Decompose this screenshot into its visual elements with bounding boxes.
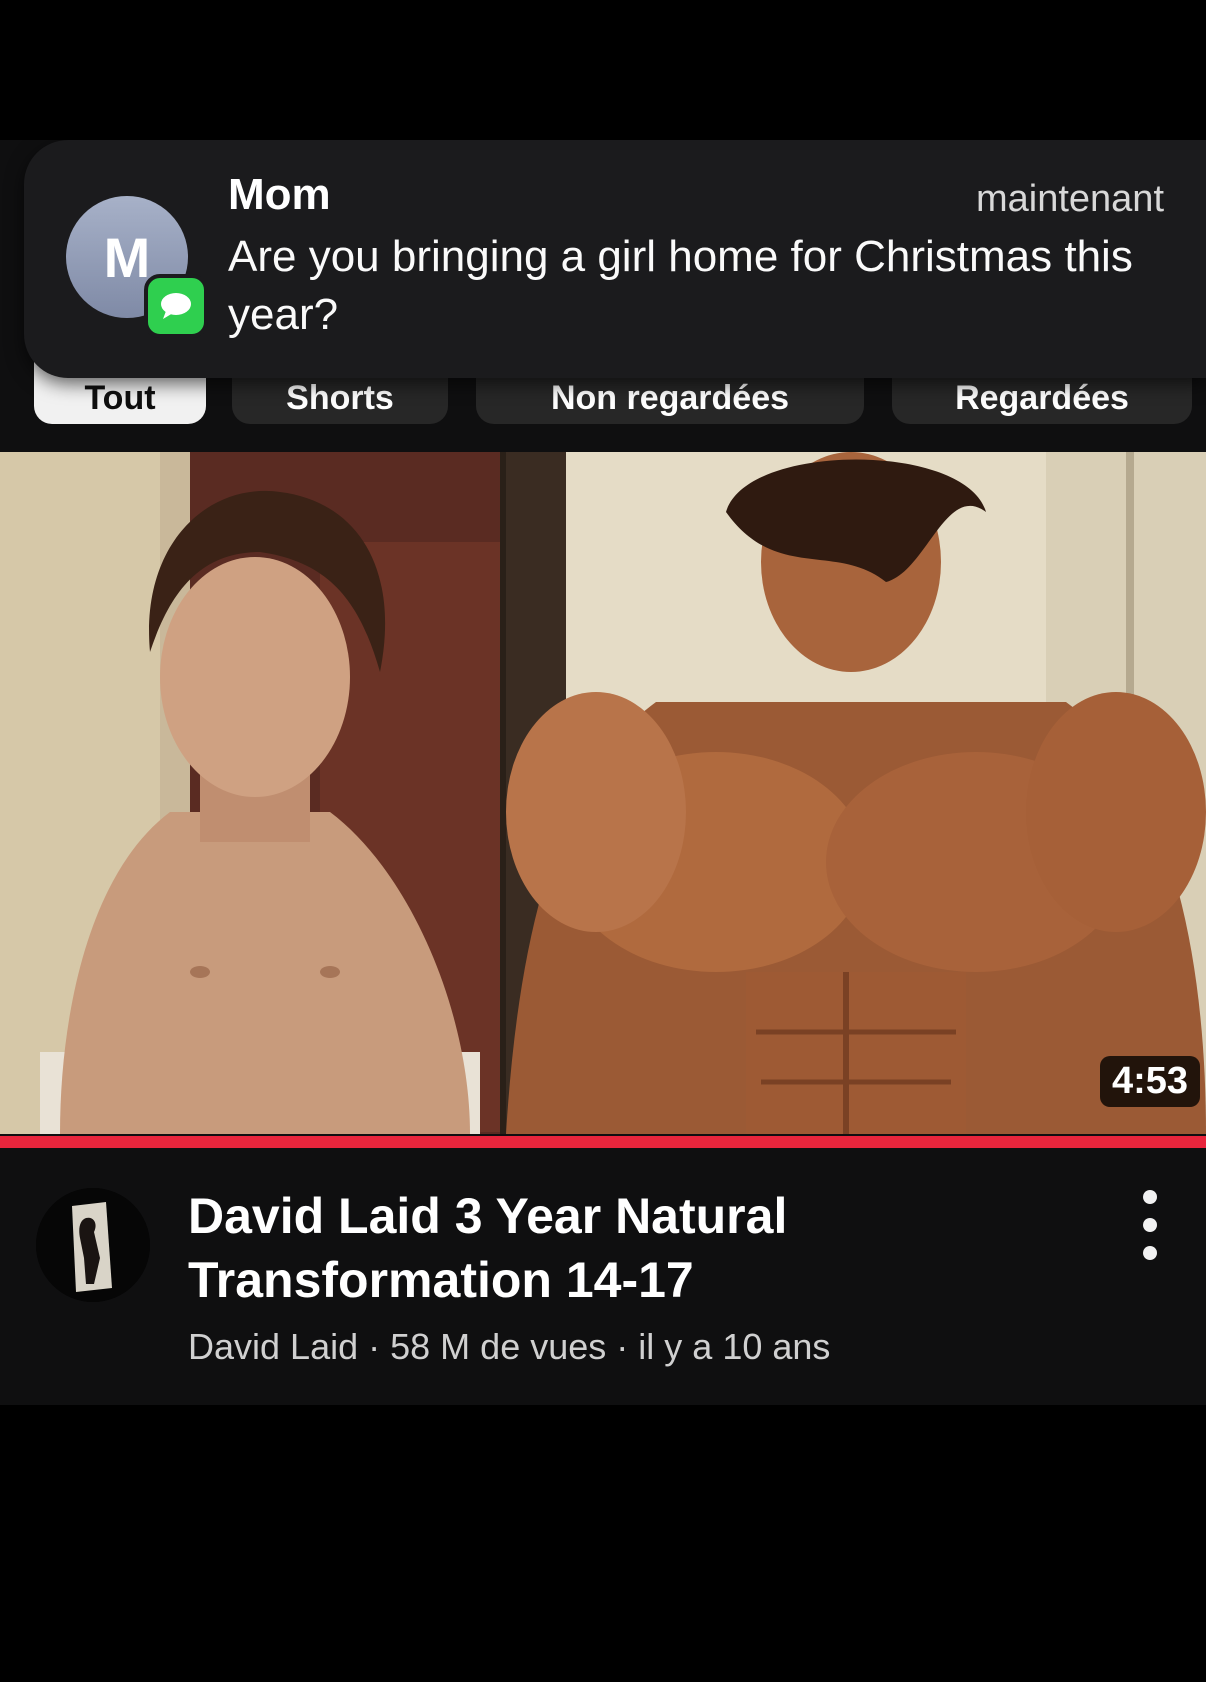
video-metadata: David Laid · 58 M de vues · il y a 10 an… (188, 1326, 830, 1368)
message-notification[interactable]: M Mom maintenant Are you bringing a girl… (24, 140, 1206, 378)
watched-progress-bar (0, 1136, 1206, 1148)
upload-age: il y a 10 ans (638, 1326, 831, 1367)
channel-name[interactable]: David Laid (188, 1326, 358, 1367)
view-count: 58 M de vues (390, 1326, 607, 1367)
notification-time: maintenant (975, 178, 1164, 220)
meta-separator: · (368, 1326, 381, 1367)
video-thumbnail[interactable]: 4:53 (0, 452, 1206, 1134)
channel-avatar[interactable] (36, 1188, 150, 1302)
after-photo (506, 452, 1206, 1134)
before-photo (0, 452, 502, 1134)
duration-badge: 4:53 (1099, 1056, 1200, 1107)
notification-message: Are you bringing a girl home for Christm… (228, 232, 1133, 339)
messages-icon (144, 274, 208, 338)
notification-sender: Mom (228, 170, 331, 219)
meta-separator: · (616, 1326, 629, 1367)
video-title[interactable]: David Laid 3 Year Natural Transformation… (188, 1184, 1008, 1312)
more-options-icon[interactable] (1130, 1190, 1170, 1260)
